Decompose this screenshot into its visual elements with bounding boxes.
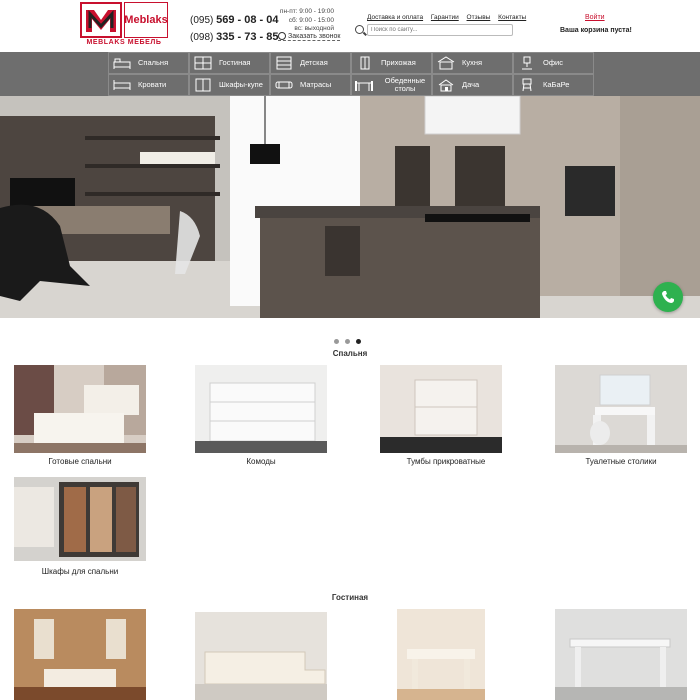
- nav-item-label: Офис: [543, 58, 563, 67]
- link-guarantee[interactable]: Гарантии: [431, 14, 459, 21]
- nav-item[interactable]: Кровати: [108, 74, 189, 96]
- nav-item[interactable]: Дача: [432, 74, 513, 96]
- nav-item[interactable]: Обеденные столы: [351, 74, 432, 96]
- slider-dots: [334, 339, 361, 344]
- slider-dot[interactable]: [334, 339, 339, 344]
- category-caption: Готовые спальни: [48, 457, 112, 466]
- phone-icon: [278, 32, 286, 40]
- nav-item-label: Шкафы-купе: [219, 80, 263, 89]
- logo-wordmark: Meblaks: [124, 2, 168, 38]
- bedroom-wardrobes-image: [14, 477, 146, 561]
- nav-item-label: КаБаРе: [543, 80, 570, 89]
- login-link[interactable]: Войти: [585, 14, 605, 21]
- slider-dot[interactable]: [356, 339, 361, 344]
- top-links: Доставка и оплата Гарантии Отзывы Контак…: [367, 14, 532, 21]
- category-card[interactable]: Туалетные столики: [555, 365, 687, 466]
- bed-frame-icon: [112, 77, 132, 93]
- hallway-icon: [355, 55, 375, 71]
- bed-icon: [112, 55, 132, 71]
- nav-item[interactable]: Детская: [270, 52, 351, 74]
- nav-item[interactable]: Гостиная: [189, 52, 270, 74]
- nightstands-image: [380, 365, 512, 453]
- category-caption: Тумбы прикроватные: [406, 457, 486, 466]
- living-room-image-2: [195, 612, 327, 700]
- living-room-image-3: [397, 609, 485, 700]
- category-card[interactable]: Тумбы прикроватные: [380, 365, 512, 466]
- category-caption: Туалетные столики: [585, 457, 657, 466]
- site-header: Meblaks MEBLAKS МЕБЕЛЬ (095) 569 - 08 - …: [0, 0, 700, 52]
- category-card[interactable]: Шкафы для спальни: [14, 477, 146, 576]
- hero-kitchen-image: [0, 96, 700, 318]
- nav-item-label: Матрасы: [300, 80, 332, 89]
- phone-list: (095) 569 - 08 - 04 (098) 335 - 73 - 85: [190, 12, 279, 46]
- nav-item-label: Кухня: [462, 58, 483, 67]
- logo-subtitle: MEBLAKS МЕБЕЛЬ: [86, 39, 162, 46]
- nav-grid: Спальня Гостиная Детская Прихожая Кухня Офис К…: [108, 52, 594, 96]
- dining-table-icon: [355, 77, 373, 93]
- category-card[interactable]: Готовые спальни: [14, 365, 146, 466]
- phone-1[interactable]: (095) 569 - 08 - 04: [190, 12, 279, 29]
- kitchen-icon: [436, 55, 456, 71]
- category-card[interactable]: [195, 612, 327, 700]
- link-delivery[interactable]: Доставка и оплата: [367, 14, 423, 21]
- bar-chair-icon: [517, 77, 537, 93]
- category-caption: Шкафы для спальни: [41, 567, 119, 576]
- chat-phone-button[interactable]: [653, 282, 683, 312]
- nav-item[interactable]: Прихожая: [351, 52, 432, 74]
- living-room-icon: [193, 55, 213, 71]
- dressing-tables-image: [555, 365, 687, 453]
- category-card[interactable]: [397, 609, 529, 700]
- category-card[interactable]: [555, 609, 687, 700]
- link-reviews[interactable]: Отзывы: [467, 14, 491, 21]
- dressers-image: [195, 365, 327, 453]
- living-room-image-1: [14, 609, 146, 700]
- wardrobe-icon: [193, 77, 213, 93]
- search-box: [355, 24, 515, 37]
- hero-slider[interactable]: [0, 96, 700, 318]
- callback-link[interactable]: Заказать звонок: [278, 32, 341, 41]
- nav-item-label: Дача: [462, 80, 480, 89]
- section-title-living-room: Гостиная: [331, 593, 369, 602]
- hours-weekdays: пн-пт: 9:00 - 19:00: [279, 8, 334, 15]
- section-title-bedroom: Спальня: [332, 349, 368, 358]
- cart-status[interactable]: Ваша корзина пуста!: [560, 27, 632, 34]
- working-hours: пн-пт: 9:00 - 19:00 сб: 9:00 - 15:00 вс:…: [268, 8, 334, 34]
- country-house-icon: [436, 77, 456, 93]
- logo-m-icon: [86, 10, 116, 32]
- search-icon[interactable]: [355, 25, 364, 34]
- search-input[interactable]: [367, 24, 513, 36]
- kids-room-icon: [274, 55, 294, 71]
- category-card[interactable]: Комоды: [195, 365, 327, 466]
- phone-2[interactable]: (098) 335 - 73 - 85: [190, 29, 279, 46]
- office-chair-icon: [517, 55, 537, 71]
- nav-item[interactable]: Спальня: [108, 52, 189, 74]
- slider-dot[interactable]: [345, 339, 350, 344]
- mattress-icon: [274, 77, 294, 93]
- phone-2-code: (098): [190, 32, 214, 43]
- category-card[interactable]: [14, 609, 146, 700]
- nav-item[interactable]: Матрасы: [270, 74, 351, 96]
- nav-item-label: Спальня: [138, 58, 169, 67]
- living-room-image-4: [555, 609, 687, 700]
- ready-bedrooms-image: [14, 365, 146, 453]
- hours-saturday: сб: 9:00 - 15:00: [288, 16, 334, 24]
- nav-item-label: Обеденные столы: [384, 76, 426, 93]
- callback-label: Заказать звонок: [288, 32, 341, 40]
- category-caption: Комоды: [246, 457, 276, 466]
- nav-item[interactable]: Офис: [513, 52, 594, 74]
- link-contacts[interactable]: Контакты: [498, 14, 526, 21]
- logo-mark: [80, 2, 122, 38]
- phone-call-icon: [662, 291, 674, 303]
- nav-item-label: Гостиная: [219, 58, 251, 67]
- site-logo[interactable]: Meblaks MEBLAKS МЕБЕЛЬ: [80, 2, 168, 46]
- nav-item[interactable]: КаБаРе: [513, 74, 594, 96]
- main-nav: Спальня Гостиная Детская Прихожая Кухня Офис К…: [0, 52, 700, 96]
- nav-item-label: Детская: [300, 58, 328, 67]
- nav-item-label: Прихожая: [381, 58, 416, 67]
- nav-item[interactable]: Шкафы-купе: [189, 74, 270, 96]
- nav-item[interactable]: Кухня: [432, 52, 513, 74]
- phone-1-code: (095): [190, 15, 214, 26]
- nav-item-label: Кровати: [138, 80, 167, 89]
